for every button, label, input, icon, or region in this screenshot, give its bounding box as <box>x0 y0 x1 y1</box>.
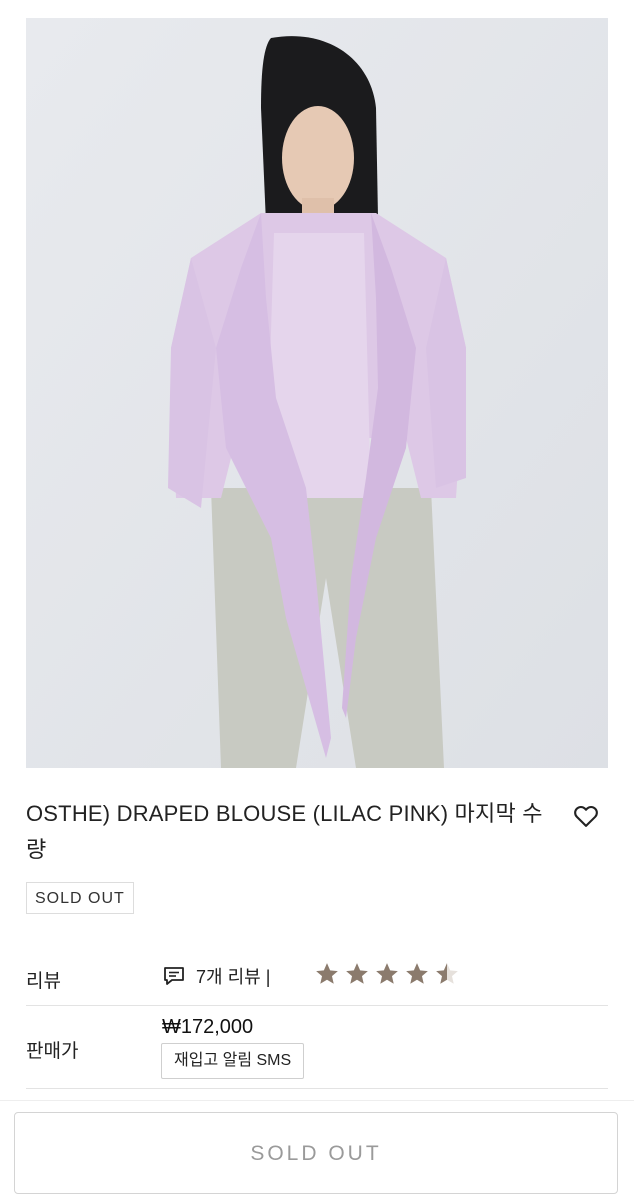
product-photo-illustration <box>26 18 608 768</box>
product-title: OSTHE) DRAPED BLOUSE (LILAC PINK) 마지막 수량 <box>26 801 543 862</box>
star-icon-full <box>316 963 338 984</box>
review-link[interactable]: 7개 리뷰 | <box>162 960 270 992</box>
review-label: 리뷰 <box>26 971 61 992</box>
star-icon-full <box>406 963 428 984</box>
review-chat-icon <box>164 967 184 985</box>
star-icon-full <box>376 963 398 984</box>
heart-icon[interactable] <box>572 802 600 830</box>
star-icon-full <box>346 963 368 984</box>
star-rating <box>314 961 464 987</box>
price-value: ₩172,000 <box>162 1016 254 1038</box>
divider <box>26 1005 608 1006</box>
divider <box>26 1088 608 1089</box>
price-label: 판매가 <box>26 1041 79 1062</box>
product-image[interactable] <box>26 18 608 768</box>
sold-out-button[interactable]: SOLD OUT <box>14 1112 618 1194</box>
star-icon-half <box>436 963 458 984</box>
restock-sms-button[interactable]: 재입고 알림 SMS <box>161 1043 305 1079</box>
sold-out-badge: SOLD OUT <box>26 882 134 914</box>
heart-outline-icon <box>574 805 598 827</box>
review-count: 7개 리뷰 | <box>196 967 271 987</box>
